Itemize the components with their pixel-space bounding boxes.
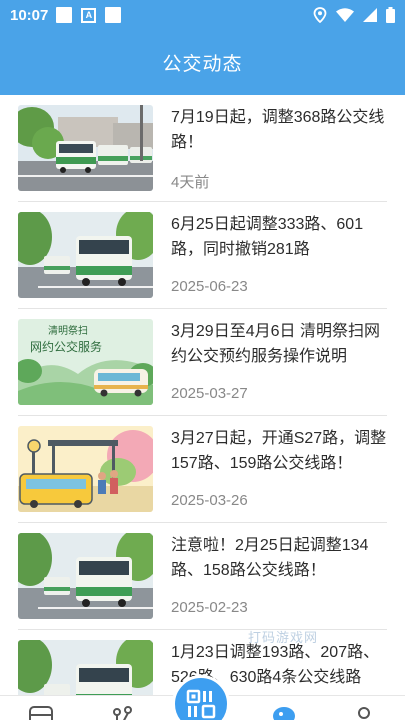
battery-icon — [386, 7, 395, 23]
news-title: 3月29日至4月6日 清明祭扫网约公交预约服务操作说明 — [171, 323, 380, 365]
news-thumbnail — [18, 640, 153, 695]
news-date: 2025-03-26 — [171, 492, 248, 509]
status-icons — [313, 7, 395, 23]
news-title: 7月19日起，调整368路公交线路！ — [171, 109, 385, 151]
news-item[interactable]: 7月19日起，调整368路公交线路！ 4天前 — [0, 95, 405, 202]
wifi-icon — [336, 8, 354, 22]
news-item[interactable]: 注意啦！2月25日起调整134路、158路公交线路！ 2025-02-23 — [0, 523, 405, 630]
news-date: 2025-02-23 — [171, 599, 248, 616]
location-icon — [313, 7, 327, 23]
watermark: 打码游戏网 — [248, 630, 319, 645]
a-notification-icon: A — [81, 7, 97, 23]
qingming-thumb-line2: 网约公交服务 — [30, 339, 102, 354]
news-date: 2025-03-27 — [171, 385, 248, 402]
route-icon[interactable] — [110, 706, 134, 720]
news-list[interactable]: 7月19日起，调整368路公交线路！ 4天前 6月25日起调整333路、601路… — [0, 95, 405, 695]
news-icon[interactable] — [272, 706, 296, 720]
page-title: 公交动态 — [162, 54, 243, 75]
profile-icon[interactable] — [352, 706, 376, 720]
qingming-thumb-line1: 清明祭扫 — [48, 324, 88, 337]
app-root: 10:07 A 公交动态 7月19日起，调整368路公交线路！ 4天前 6月25… — [0, 0, 405, 720]
notification-icon-2 — [105, 7, 122, 23]
news-thumbnail: 清明祭扫 网约公交服务 — [18, 319, 153, 405]
news-thumbnail — [18, 426, 153, 512]
news-date: 4天前 — [171, 174, 210, 191]
news-title: 注意啦！2月25日起调整134路、158路公交线路！ — [171, 537, 369, 579]
notification-icon — [56, 7, 73, 23]
news-thumbnail — [18, 533, 153, 619]
status-time: 10:07 — [10, 6, 49, 24]
news-item[interactable]: 清明祭扫 网约公交服务 3月29日至4月6日 清明祭扫网约公交预约服务操作说明 … — [0, 309, 405, 416]
news-item[interactable]: 3月27日起，开通S27路，调整157路、159路公交线路！ 2025-03-2… — [0, 416, 405, 523]
news-date: 2025-06-23 — [171, 278, 248, 295]
signal-icon — [363, 8, 377, 22]
bus-icon[interactable] — [28, 706, 54, 720]
header-bar: 公交动态 — [0, 30, 405, 95]
news-thumbnail — [18, 105, 153, 191]
news-item[interactable]: 6月25日起调整333路、601路，同时撤销281路 2025-06-23 — [0, 202, 405, 309]
news-thumbnail — [18, 212, 153, 298]
scan-icon — [186, 689, 216, 719]
status-bar: 10:07 A — [0, 0, 405, 30]
news-title: 3月27日起，开通S27路，调整157路、159路公交线路！ — [171, 430, 387, 472]
news-title: 6月25日起调整333路、601路，同时撤销281路 — [171, 216, 364, 258]
